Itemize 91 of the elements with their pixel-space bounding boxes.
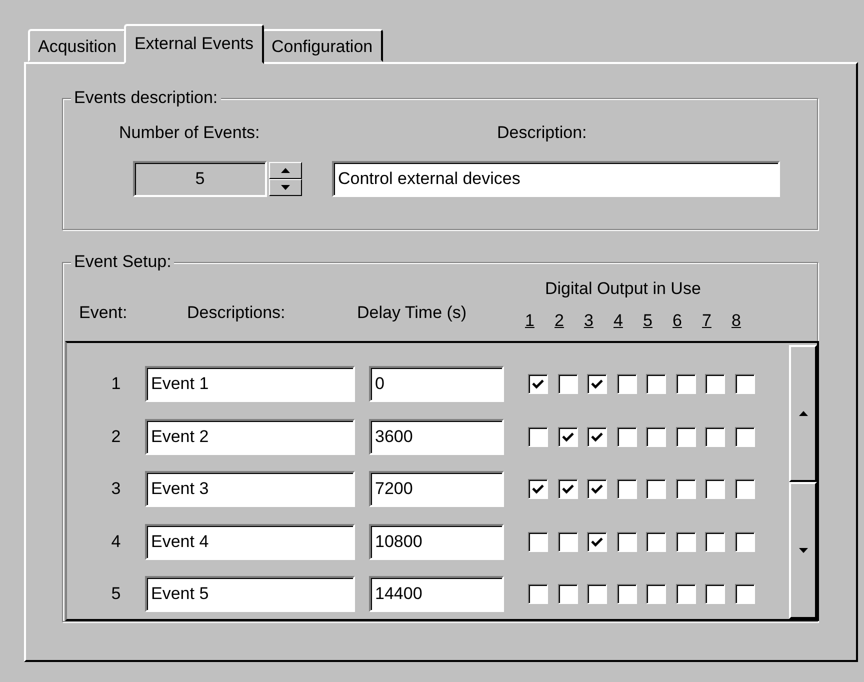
- output-number: 7: [702, 311, 712, 331]
- checkbox[interactable]: [528, 426, 548, 447]
- row-number: 3: [110, 479, 122, 500]
- checkbox[interactable]: [705, 532, 725, 552]
- down-arrow-icon: [798, 548, 808, 553]
- checkbox[interactable]: [587, 532, 607, 552]
- down-arrow-icon: [281, 185, 290, 190]
- column-header: Descriptions:: [187, 303, 286, 323]
- checkbox[interactable]: [587, 584, 607, 604]
- checkbox[interactable]: [616, 426, 636, 447]
- delay-field[interactable]: 14400: [369, 576, 504, 612]
- checkbox[interactable]: [528, 584, 548, 604]
- output-number: 2: [554, 311, 565, 331]
- scroll-down-button[interactable]: [789, 482, 817, 619]
- checkbox[interactable]: [587, 426, 607, 447]
- checkbox[interactable]: [646, 374, 666, 394]
- checkbox[interactable]: [705, 584, 725, 604]
- checkbox[interactable]: [616, 374, 636, 394]
- checkbox[interactable]: [646, 426, 666, 447]
- description-field[interactable]: Event 2: [145, 418, 355, 455]
- field-label: Number of Events:: [119, 123, 260, 143]
- up-arrow-icon: [798, 411, 808, 416]
- description-field[interactable]: Event 4: [145, 524, 355, 560]
- spin-down-button[interactable]: [269, 179, 302, 196]
- column-header: Event:: [79, 303, 128, 323]
- tab[interactable]: Acqusition: [28, 29, 126, 62]
- output-number: 5: [643, 311, 654, 331]
- row-number: 1: [110, 374, 122, 394]
- checkbox[interactable]: [528, 374, 548, 394]
- row-number: 4: [110, 532, 122, 552]
- checkbox[interactable]: [676, 374, 696, 394]
- check-mark-icon: [591, 379, 603, 390]
- delay-field[interactable]: 10800: [369, 524, 504, 560]
- checkbox[interactable]: [558, 584, 578, 604]
- output-number: 8: [732, 311, 742, 331]
- delay-field[interactable]: 7200: [369, 471, 504, 508]
- checkbox[interactable]: [646, 532, 666, 552]
- up-arrow-icon: [281, 168, 290, 173]
- checkbox[interactable]: [587, 374, 607, 394]
- row-number: 5: [110, 584, 122, 604]
- checkbox[interactable]: [558, 479, 578, 500]
- group-title: Event Setup:: [71, 252, 174, 272]
- field-label: Description:: [497, 123, 587, 143]
- description-field[interactable]: Control external devices: [332, 161, 780, 197]
- checkbox[interactable]: [734, 584, 754, 604]
- checkbox[interactable]: [734, 374, 754, 394]
- checkbox[interactable]: [558, 374, 578, 394]
- checkbox[interactable]: [734, 426, 754, 447]
- check-mark-icon: [532, 379, 544, 390]
- checkbox[interactable]: [676, 584, 696, 604]
- checkbox[interactable]: [646, 479, 666, 500]
- checkbox[interactable]: [587, 479, 607, 500]
- check-mark-icon: [562, 484, 574, 494]
- checkbox[interactable]: [705, 374, 725, 394]
- checkbox[interactable]: [558, 532, 578, 552]
- checkbox[interactable]: [676, 532, 696, 552]
- description-field[interactable]: Event 3: [145, 471, 355, 508]
- checkbox[interactable]: [616, 584, 636, 604]
- checkbox[interactable]: [646, 584, 666, 604]
- checkbox[interactable]: [734, 532, 754, 552]
- checkbox[interactable]: [616, 532, 636, 552]
- description-field[interactable]: Event 5: [145, 576, 355, 612]
- checkbox[interactable]: [705, 479, 725, 500]
- group-title: Events description:: [71, 88, 221, 108]
- description-field[interactable]: Event 1: [145, 366, 355, 402]
- checkbox[interactable]: [528, 532, 548, 552]
- column-header: Digital Output in Use: [545, 279, 701, 299]
- check-mark-icon: [591, 432, 603, 442]
- checkbox[interactable]: [705, 426, 725, 447]
- tab[interactable]: Configuration: [262, 29, 383, 62]
- column-header: Delay Time (s): [357, 303, 467, 323]
- output-number: 1: [525, 311, 536, 331]
- check-mark-icon: [591, 536, 603, 547]
- check-mark-icon: [532, 484, 544, 494]
- delay-field[interactable]: 3600: [369, 418, 504, 455]
- tab[interactable]: External Events: [124, 24, 264, 64]
- checkbox[interactable]: [528, 479, 548, 500]
- scroll-up-button[interactable]: [789, 345, 817, 482]
- checkbox[interactable]: [676, 426, 696, 447]
- output-number: 6: [672, 311, 683, 331]
- row-number: 2: [110, 426, 122, 447]
- check-mark-icon: [591, 484, 603, 494]
- delay-field[interactable]: 0: [369, 366, 504, 402]
- spin-up-button[interactable]: [269, 162, 302, 179]
- output-number: 3: [584, 311, 594, 331]
- checkbox[interactable]: [676, 479, 696, 500]
- checkbox[interactable]: [616, 479, 636, 500]
- check-mark-icon: [562, 432, 574, 442]
- checkbox[interactable]: [558, 426, 578, 447]
- checkbox[interactable]: [734, 479, 754, 500]
- output-number: 4: [614, 311, 624, 331]
